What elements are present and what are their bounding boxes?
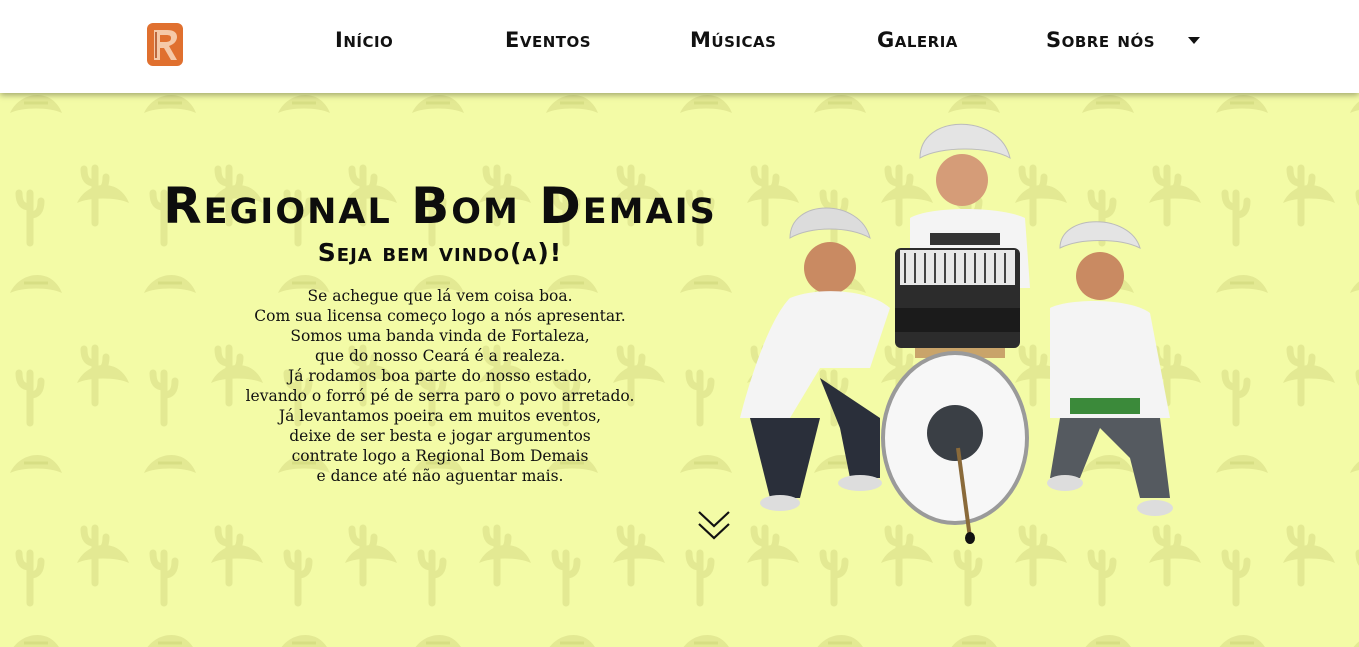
poem-line: deixe de ser besta e jogar argumentos xyxy=(289,427,591,445)
poem-line: Já rodamos boa parte do nosso estado, xyxy=(288,367,592,385)
site-header: Início Eventos Músicas Galeria Sobre nós xyxy=(0,0,1359,93)
poem-line: levando o forró pé de serra paro o povo … xyxy=(245,387,635,405)
poem-line: Se achegue que lá vem coisa boa. xyxy=(307,287,573,305)
band-intro-poem: Se achegue que lá vem coisa boa. Com sua… xyxy=(200,286,680,486)
welcome-subtitle: Seja bem vindo(a)! xyxy=(317,238,563,267)
nav-item-galeria[interactable]: Galeria xyxy=(877,28,958,52)
caret-down-icon[interactable] xyxy=(1188,37,1200,44)
poem-line: que do nosso Ceará é a realeza. xyxy=(314,347,566,365)
main-nav: Início Eventos Músicas Galeria Sobre nós xyxy=(0,0,1359,93)
poem-line: Já levantamos poeira em muitos eventos, xyxy=(278,407,602,425)
poem-line: contrate logo a Regional Bom Demais xyxy=(291,447,589,465)
member-left-figure xyxy=(740,207,890,511)
nav-item-sobre-nos[interactable]: Sobre nós xyxy=(1046,28,1155,52)
member-right-figure xyxy=(1047,221,1173,516)
poem-line: Somos uma banda vinda de Fortaleza, xyxy=(290,327,590,345)
band-title: Regional Bom Demais xyxy=(163,177,717,235)
poem-line: e dance até não aguentar mais. xyxy=(316,467,564,485)
poem-line: Com sua licensa começo logo a nós aprese… xyxy=(254,307,626,325)
nav-item-inicio[interactable]: Início xyxy=(335,28,393,52)
nav-item-eventos[interactable]: Eventos xyxy=(505,28,591,52)
double-chevron-down-icon[interactable] xyxy=(697,508,731,542)
accordion xyxy=(895,248,1020,348)
zabumba-drum xyxy=(881,348,1029,544)
band-members-photo xyxy=(740,123,1173,544)
hero-section: Regional Bom Demais Seja bem vindo(a)! S… xyxy=(0,93,1359,647)
nav-item-musicas[interactable]: Músicas xyxy=(690,28,776,52)
